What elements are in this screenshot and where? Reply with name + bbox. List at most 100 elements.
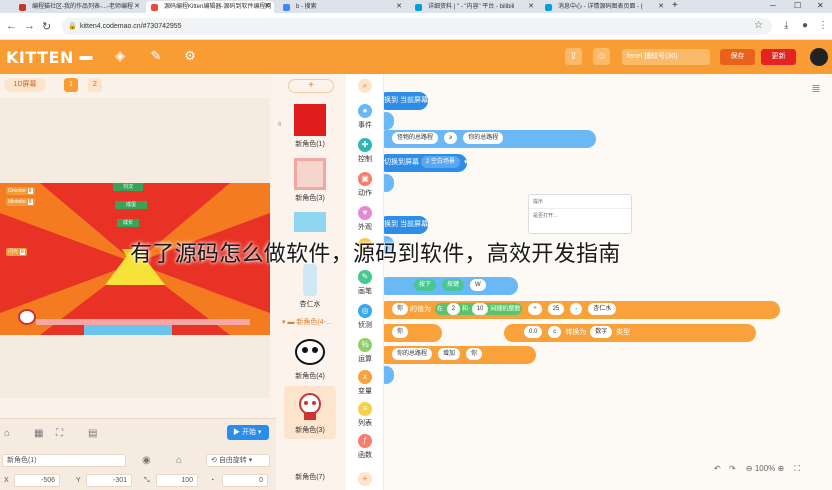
share-icon[interactable]: ⇪	[565, 48, 582, 65]
block-category-column: ⌕ ● 事件 ✚ 控制 ▣ 动作 ♥ 外观 ♪ ✎ 画笔 ◎ 侦测 % 运算 x 变量 ≡ 列表 …	[346, 74, 384, 490]
work-name-input[interactable]: fenel 捕蚊号(30)	[622, 49, 710, 65]
bookmark-star-icon[interactable]: ☆	[754, 20, 763, 31]
maximize-icon[interactable]: ☐	[794, 0, 801, 12]
code-block[interactable]	[384, 112, 394, 130]
back-icon[interactable]: ←	[6, 20, 17, 32]
run-button[interactable]: ▶ 开始 ▾	[227, 425, 269, 440]
code-block[interactable]: 你的值为 在 2和 10 间随机整数 ÷ 25 - 杏仁水	[384, 301, 780, 319]
category-motion[interactable]: ▣ 动作	[346, 172, 384, 198]
close-tab-icon[interactable]: ✕	[658, 1, 664, 13]
browser-tab-active[interactable]: 源码编程Kitten编辑器-源码到软件编程网 ✕	[146, 1, 274, 13]
code-view-icon[interactable]: ≣	[808, 82, 824, 98]
category-pen[interactable]: ✎ 画笔	[346, 270, 384, 296]
code-workspace[interactable]: ≣ 换到 当前屏幕 怪物的总路程 ≥ 你的总路程 切换到屏幕 2 空白场景 ▾ 提…	[384, 74, 832, 490]
code-dialog: 提示 是否打开...	[528, 194, 632, 234]
camera-icon[interactable]: ⌂	[4, 428, 10, 439]
code-block[interactable]: 切换到屏幕 2 空白场景 ▾	[384, 154, 468, 172]
screen-selector[interactable]: 1D屏幕	[4, 78, 46, 92]
browser-tab[interactable]: 编程猫社区-我的作品列表-...-老师编程 ✕	[14, 1, 144, 13]
url-field[interactable]: 🔒 kitten4.codemao.cn/#730742955	[62, 18, 772, 35]
category-sensing[interactable]: ◎ 侦测	[346, 304, 384, 330]
fit-icon[interactable]: ⛶	[794, 464, 800, 473]
code-block[interactable]: 怪物的总路程 ≥ 你的总路程	[384, 130, 596, 148]
close-tab-icon[interactable]: ✕	[396, 1, 402, 13]
category-control[interactable]: ✚ 控制	[346, 138, 384, 164]
character-item[interactable]: 杏仁水	[284, 264, 336, 309]
close-window-icon[interactable]: ✕	[817, 0, 824, 12]
reload-icon[interactable]: ↻	[42, 20, 51, 33]
new-tab-icon[interactable]: +	[672, 0, 678, 12]
angle-field[interactable]: 0	[222, 474, 268, 487]
search-icon[interactable]: ⌕	[358, 79, 372, 93]
code-block[interactable]: 你	[384, 324, 442, 342]
zoom-controls: ↶ ↷ ⊖ 100% ⊕ ⛶	[714, 464, 800, 474]
character-item[interactable]: 新角色(4)	[284, 336, 336, 381]
redo-icon[interactable]: ↷	[729, 464, 736, 473]
character-thumbnail	[294, 158, 326, 190]
browser-tab[interactable]: 消息中心 - 详情源码图表页面 - ( ✕	[540, 1, 668, 13]
close-tab-icon[interactable]: ✕	[264, 1, 270, 13]
browser-tab[interactable]: 详细资料 | " - "内容" 平台 - bilibili ✕	[410, 1, 538, 13]
note-icon[interactable]: ▤	[88, 428, 97, 439]
fullscreen-icon[interactable]: ⛶	[56, 428, 63, 439]
add-character-button[interactable]: +	[288, 79, 334, 93]
menu-dots-icon[interactable]: ⋮	[818, 20, 828, 31]
folder-icon[interactable]: ▬	[78, 48, 94, 64]
character-group[interactable]: ▾ ▬ 新角色(4-...	[278, 317, 344, 329]
download-icon[interactable]: ⤓	[784, 20, 788, 31]
x-field[interactable]: -506	[14, 474, 60, 487]
block-slot[interactable]: 你的总路程	[463, 132, 504, 145]
size-field[interactable]: 100	[156, 474, 198, 487]
category-lists[interactable]: ≡ 列表	[346, 402, 384, 428]
category-looks[interactable]: ♥ 外观	[346, 206, 384, 232]
screen-tab-1[interactable]: 1	[64, 78, 78, 92]
user-add-icon[interactable]: ☺	[593, 48, 610, 65]
character-item[interactable]: 新角色(3)	[284, 158, 336, 203]
category-events[interactable]: ● 事件	[346, 104, 384, 130]
block-slot[interactable]: ≥	[443, 132, 458, 145]
x-label: X	[4, 477, 9, 484]
character-item[interactable]	[284, 212, 336, 235]
code-block[interactable]: 按下 按键 W	[384, 277, 518, 295]
close-tab-icon[interactable]: ✕	[134, 1, 140, 13]
code-block[interactable]: 换到 当前屏幕	[384, 92, 428, 110]
code-block[interactable]: 你的总路程 增加 你	[384, 346, 536, 364]
sprite-name-field[interactable]: 新角色(1)	[2, 454, 126, 467]
tools-icon[interactable]: ✎	[148, 48, 164, 64]
screen-tab-2[interactable]: 2	[88, 78, 102, 92]
tab-favicon-icon	[283, 4, 290, 11]
character-item-selected[interactable]: 新角色(3)	[284, 386, 336, 439]
save-button[interactable]: 保存	[720, 49, 755, 65]
category-functions[interactable]: ƒ 函数	[346, 434, 384, 460]
lock-icon[interactable]: ⌂	[176, 455, 182, 466]
size-icon: ⤡	[144, 477, 150, 484]
y-field[interactable]: -301	[86, 474, 132, 487]
minimize-icon[interactable]: ─	[770, 0, 776, 12]
block-slot[interactable]: 怪物的总路程	[392, 132, 439, 145]
avatar[interactable]	[810, 48, 828, 66]
zoom-in-icon[interactable]: ⊕	[778, 464, 785, 473]
settings-icon[interactable]: ⚙	[182, 48, 198, 64]
grid-icon[interactable]: ▦	[34, 428, 43, 439]
character-item[interactable]: 新角色(7)	[284, 472, 336, 482]
character-index: 6	[278, 122, 282, 128]
close-tab-icon[interactable]: ✕	[528, 1, 534, 13]
add-extension-icon[interactable]: +	[358, 472, 372, 486]
undo-icon[interactable]: ↶	[714, 464, 721, 473]
category-operators[interactable]: % 运算	[346, 338, 384, 364]
code-block[interactable]: 0.0 c 转换为 数字 类型	[504, 324, 756, 342]
code-block[interactable]	[384, 366, 394, 384]
browser-tab[interactable]: b - 搜索 ✕	[278, 1, 406, 13]
category-variables[interactable]: x 变量	[346, 370, 384, 396]
character-item[interactable]: 新角色(1)	[284, 104, 336, 149]
forward-icon[interactable]: →	[24, 20, 35, 32]
profile-icon[interactable]: ●	[802, 20, 808, 31]
cat-sprite[interactable]	[18, 309, 36, 325]
rotation-select[interactable]: ⟲ 自由旋转 ▾	[206, 454, 270, 467]
update-button[interactable]: 更新	[761, 49, 796, 65]
eye-icon[interactable]: ◉	[142, 455, 151, 466]
code-block[interactable]: 换到 当前屏幕	[384, 216, 428, 234]
bag-icon[interactable]: ◈	[112, 48, 128, 64]
code-block[interactable]	[384, 174, 394, 192]
zoom-out-icon[interactable]: ⊖	[746, 464, 753, 473]
